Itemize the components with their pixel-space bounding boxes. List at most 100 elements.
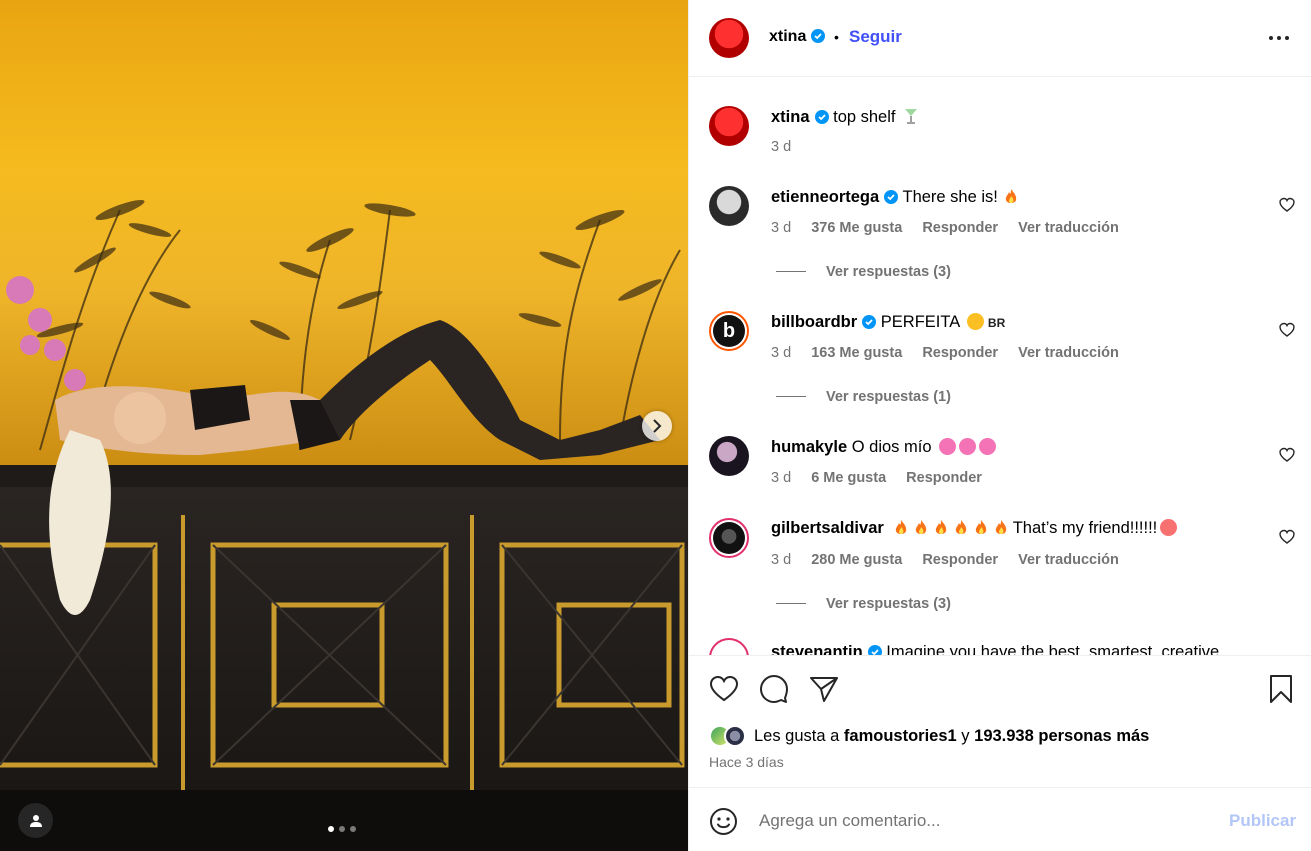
fire-emoji-icon (996, 520, 1007, 535)
caption-author-avatar[interactable] (709, 106, 749, 146)
caption-text: xtina top shelf (771, 108, 918, 127)
comment-composer: Publicar (689, 787, 1311, 851)
verified-badge-icon (862, 315, 877, 329)
fire-emoji-icon (956, 520, 967, 535)
post-side-panel: xtina • Seguir xtina top shelf 3 d etien… (688, 0, 1311, 851)
fire-emoji-icon (916, 520, 927, 535)
heart-eyes-emoji-icon (939, 438, 957, 455)
commenter-avatar[interactable] (709, 436, 749, 476)
comment-text: billboardbr PERFEITA BR (771, 313, 1005, 332)
comment-meta: 3 d 163 Me gusta Responder Ver traducció… (771, 345, 1135, 361)
comment-body: Imagine you have the best, smartest, cre… (886, 643, 1220, 655)
reply-button[interactable]: Responder (906, 470, 982, 486)
chevron-right-icon (653, 419, 662, 433)
post-photo (0, 0, 688, 851)
translate-button[interactable]: Ver traducción (1018, 345, 1119, 361)
verified-badge-icon (884, 190, 899, 204)
author-username-text[interactable]: xtina (769, 28, 806, 45)
likes-prefix: Les gusta a (754, 726, 840, 745)
heart-eyes-emoji-icon (979, 438, 997, 455)
bookmark-icon[interactable] (1266, 674, 1296, 704)
post-timestamp[interactable]: Hace 3 días (709, 754, 784, 770)
likes-conjunction: y (961, 726, 970, 745)
caption-username[interactable]: xtina (771, 108, 810, 126)
comment-like-count[interactable]: 280 Me gusta (811, 552, 902, 568)
likes-summary[interactable]: Les gusta a famoustories1 y 193.938 pers… (709, 725, 1149, 747)
reply-button[interactable]: Responder (922, 345, 998, 361)
verified-badge-icon (814, 110, 829, 124)
reply-button[interactable]: Responder (922, 552, 998, 568)
comment-heart-icon[interactable] (1279, 322, 1295, 338)
comment-body: PERFEITA (880, 313, 960, 331)
comment-text: humakyle O dios mío (771, 438, 997, 457)
cocktail-emoji-icon (905, 109, 918, 124)
comment-like-count[interactable]: 376 Me gusta (811, 220, 902, 236)
commenter-username[interactable]: humakyle (771, 438, 847, 456)
caption-meta: 3 d (771, 139, 807, 155)
share-icon[interactable] (809, 674, 839, 704)
post-actions: Les gusta a famoustories1 y 193.938 pers… (689, 655, 1311, 787)
translate-button[interactable]: Ver traducción (1018, 552, 1119, 568)
carousel-dot (339, 826, 345, 832)
carousel-dot (350, 826, 356, 832)
post-media[interactable] (0, 0, 688, 851)
user-tag-icon (29, 814, 42, 827)
comment-icon[interactable] (759, 674, 789, 704)
commenter-username[interactable]: billboardbr (771, 313, 857, 331)
comment-like-count[interactable]: 163 Me gusta (811, 345, 902, 361)
comment-heart-icon[interactable] (1279, 529, 1295, 545)
reply-button[interactable]: Responder (922, 220, 998, 236)
likes-featured-user[interactable]: famoustories1 (844, 727, 957, 746)
view-replies-button[interactable]: Ver respuestas (1) (776, 389, 951, 405)
follow-button[interactable]: Seguir (849, 27, 902, 47)
commenter-avatar[interactable] (709, 638, 749, 655)
publish-button[interactable]: Publicar (1229, 811, 1296, 831)
author-username[interactable]: xtina (769, 28, 826, 46)
fire-emoji-icon (896, 520, 907, 535)
comment-body: There she is! (902, 188, 998, 206)
fire-emoji-icon (936, 520, 947, 535)
commenter-avatar[interactable] (709, 186, 749, 226)
author-avatar[interactable] (709, 18, 749, 58)
view-replies-button[interactable]: Ver respuestas (3) (776, 596, 951, 612)
commenter-avatar[interactable] (709, 518, 749, 558)
carousel-next-button[interactable] (642, 411, 672, 441)
comment-heart-icon[interactable] (1279, 447, 1295, 463)
carousel-dot (328, 826, 334, 832)
comment-meta: 3 d 280 Me gusta Responder Ver traducció… (771, 552, 1135, 568)
avatar-photo (713, 522, 745, 554)
likes-others-count[interactable]: 193.938 personas más (974, 727, 1149, 746)
view-replies-label[interactable]: Ver respuestas (3) (826, 596, 951, 612)
comment-time: 3 d (771, 470, 792, 486)
heart-icon[interactable] (709, 674, 739, 704)
view-replies-label[interactable]: Ver respuestas (3) (826, 264, 951, 280)
comment-text: stevenantin Imagine you have the best, s… (771, 643, 1219, 655)
fire-emoji-icon (1005, 189, 1017, 204)
commenter-username[interactable]: stevenantin (771, 643, 863, 655)
comment-body: That’s my friend!!!!!! (1012, 519, 1158, 537)
liker-avatars (709, 725, 746, 747)
view-replies-button[interactable]: Ver respuestas (3) (776, 264, 951, 280)
comment-like-count[interactable]: 6 Me gusta (811, 470, 886, 486)
more-options-icon[interactable] (1268, 28, 1290, 48)
comments-list[interactable]: xtina top shelf 3 d etienneortega There … (689, 78, 1311, 655)
view-replies-label[interactable]: Ver respuestas (1) (826, 389, 951, 405)
verified-badge-icon (811, 29, 826, 43)
comment-input[interactable] (759, 808, 1199, 834)
commenter-username[interactable]: etienneortega (771, 188, 879, 206)
commenter-username[interactable]: gilbertsaldivar (771, 519, 884, 537)
caption-time: 3 d (771, 139, 792, 155)
commenter-avatar[interactable]: b (709, 311, 749, 351)
billboard-logo: b (713, 315, 745, 347)
comment-heart-icon[interactable] (1279, 197, 1295, 213)
translate-button[interactable]: Ver traducción (1018, 220, 1119, 236)
exploding-head-emoji-icon (1160, 519, 1178, 536)
tagged-users-button[interactable] (18, 803, 53, 838)
comment-meta: 3 d 376 Me gusta Responder Ver traducció… (771, 220, 1135, 236)
comment-text: gilbertsaldivar That’s my friend!!!!!! (771, 519, 1178, 538)
separator-bullet: • (834, 29, 839, 45)
comment-time: 3 d (771, 552, 792, 568)
caption-body: top shelf (833, 108, 896, 126)
verified-badge-icon (867, 645, 882, 655)
smiley-icon[interactable] (709, 807, 738, 836)
